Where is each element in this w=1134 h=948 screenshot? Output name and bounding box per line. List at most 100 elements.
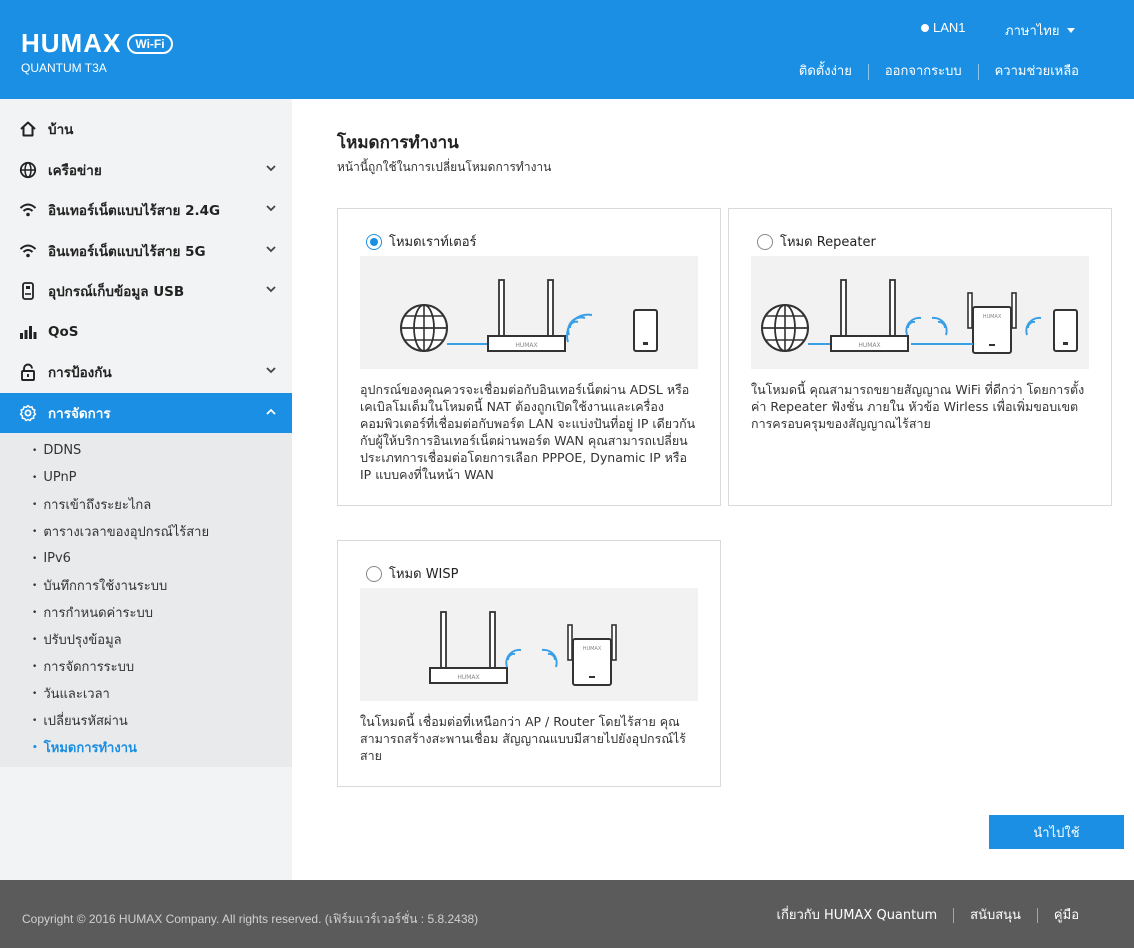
sidebar-item-management[interactable]: การจัดการ xyxy=(0,392,292,433)
nav-logout[interactable]: ออกจากระบบ xyxy=(867,64,978,80)
sidebar-item-label: การจัดการ xyxy=(48,405,111,422)
wifi-badge: Wi-Fi xyxy=(127,33,173,54)
sidebar-item-label: อุปกรณ์เก็บข้อมูล USB xyxy=(48,284,185,301)
svg-text:HUMAX: HUMAX xyxy=(983,314,1002,320)
page-title: โหมดการทำงาน xyxy=(337,133,459,153)
wifi-icon xyxy=(18,200,38,220)
sidebar-item-network[interactable]: เครือข่าย xyxy=(0,150,292,191)
globe-icon xyxy=(400,304,448,352)
router-mode-radio[interactable]: โหมดเราท์เตอร์ xyxy=(366,231,477,252)
svg-text:HUMAX: HUMAX xyxy=(583,646,602,652)
sidebar: บ้าน เครือข่าย อินเทอร์เน็ตแบบไร้สาย 2.4… xyxy=(0,99,292,880)
wifi-waves-icon xyxy=(566,313,593,343)
radio-unchecked-icon xyxy=(366,565,382,582)
wifi-icon xyxy=(18,241,38,261)
model-name: QUANTUM T3A xyxy=(21,61,107,75)
status-dot-icon xyxy=(921,23,929,32)
wifi-waves-icon xyxy=(505,648,522,668)
radio-checked-icon xyxy=(366,233,382,250)
sidebar-item-wifi-5g[interactable]: อินเทอร์เน็ตแบบไร้สาย 5G xyxy=(0,231,292,272)
svg-text:HUMAX: HUMAX xyxy=(858,342,880,349)
repeater-icon: HUMAX xyxy=(567,624,617,686)
brand-name: HUMAX xyxy=(21,28,122,58)
mode-description: อุปกรณ์ของคุณควรจะเชื่อมต่อกับอินเทอร์เน… xyxy=(360,382,696,482)
submenu-item-ipv6[interactable]: IPv6 xyxy=(0,545,292,572)
sidebar-item-wifi-24[interactable]: อินเทอร์เน็ตแบบไร้สาย 2.4G xyxy=(0,190,292,231)
submenu-management: DDNS UPnP การเข้าถึงระยะไกล ตารางเวลาของ… xyxy=(0,433,292,767)
nav-easy-setup[interactable]: ติดตั้งง่าย xyxy=(783,64,868,80)
mode-card-wisp: โหมด WISP HUMAX HUMAX ในโหมดนี้ เชื่อมต่… xyxy=(337,540,721,787)
lan-status-label: LAN1 xyxy=(933,20,966,35)
sidebar-item-label: อินเทอร์เน็ตแบบไร้สาย 2.4G xyxy=(48,203,221,220)
submenu-item-date-time[interactable]: วันและเวลา xyxy=(0,680,292,707)
submenu-item-change-password[interactable]: เปลี่ยนรหัสผ่าน xyxy=(0,707,292,734)
submenu-item-wireless-schedule[interactable]: ตารางเวลาของอุปกรณ์ไร้สาย xyxy=(0,518,292,545)
footer-link-support[interactable]: สนับสนุน xyxy=(953,908,1037,923)
chevron-down-icon xyxy=(266,245,276,252)
wisp-mode-radio[interactable]: โหมด WISP xyxy=(366,563,458,584)
router-icon: HUMAX xyxy=(429,611,508,684)
chevron-down-icon xyxy=(266,286,276,293)
svg-text:HUMAX: HUMAX xyxy=(515,342,537,349)
wisp-mode-illustration: HUMAX HUMAX xyxy=(360,588,698,701)
sidebar-item-label: เครือข่าย xyxy=(48,162,102,179)
header: HUMAX Wi-Fi QUANTUM T3A LAN1 ภาษาไทย ติด… xyxy=(0,0,1134,99)
radio-unchecked-icon xyxy=(757,233,773,250)
submenu-item-ddns[interactable]: DDNS xyxy=(0,437,292,464)
router-icon: HUMAX xyxy=(830,279,909,352)
submenu-item-system-management[interactable]: การจัดการระบบ xyxy=(0,653,292,680)
wifi-waves-icon xyxy=(931,316,948,336)
chevron-down-icon xyxy=(266,367,276,374)
mode-card-router: โหมดเราท์เตอร์ HUMAX อุปกรณ์ของคุณควรจะเ… xyxy=(337,208,721,506)
nav-help[interactable]: ความช่วยเหลือ xyxy=(977,64,1079,80)
sidebar-item-security[interactable]: การป้องกัน xyxy=(0,352,292,393)
mode-description: ในโหมดนี้ เชื่อมต่อที่เหนือกว่า AP / Rou… xyxy=(360,714,686,763)
submenu-item-remote-access[interactable]: การเข้าถึงระยะไกล xyxy=(0,491,292,518)
wifi-waves-icon xyxy=(541,648,558,668)
mode-card-repeater: โหมด Repeater HUMAX HUMAX ในโหมดนี้ คุณส… xyxy=(728,208,1112,506)
sidebar-item-qos[interactable]: QoS xyxy=(0,312,292,353)
sidebar-item-usb[interactable]: อุปกรณ์เก็บข้อมูล USB xyxy=(0,271,292,312)
apply-button[interactable]: นำไปใช้ xyxy=(989,815,1124,849)
mode-description: ในโหมดนี้ คุณสามารถขยายสัญญาณ WiFi ที่ดี… xyxy=(751,382,1085,431)
sidebar-item-label: การป้องกัน xyxy=(48,365,112,382)
sidebar-item-home[interactable]: บ้าน xyxy=(0,109,292,150)
device-icon xyxy=(1053,309,1078,352)
repeater-mode-illustration: HUMAX HUMAX xyxy=(751,256,1089,369)
submenu-item-system-config[interactable]: การกำหนดค่าระบบ xyxy=(0,599,292,626)
submenu-item-upnp[interactable]: UPnP xyxy=(0,464,292,491)
repeater-icon: HUMAX xyxy=(967,292,1017,354)
mode-label: โหมด Repeater xyxy=(780,235,876,250)
caret-down-icon xyxy=(1067,28,1076,33)
submenu-item-system-log[interactable]: บันทึกการใช้งานระบบ xyxy=(0,572,292,599)
footer-link-about[interactable]: เกี่ยวกับ HUMAX Quantum xyxy=(761,908,954,923)
submenu-item-operation-mode[interactable]: โหมดการทำงาน xyxy=(0,734,292,761)
language-label: ภาษาไทย xyxy=(1005,24,1060,39)
mode-label: โหมด WISP xyxy=(389,567,459,582)
top-nav: ติดตั้งง่าย ออกจากระบบ ความช่วยเหลือ xyxy=(783,64,1079,80)
logo[interactable]: HUMAX Wi-Fi xyxy=(21,28,173,59)
home-icon xyxy=(18,119,38,139)
globe-icon xyxy=(761,304,809,352)
language-select[interactable]: ภาษาไทย xyxy=(1005,20,1076,41)
sidebar-item-label: อินเทอร์เน็ตแบบไร้สาย 5G xyxy=(48,243,206,260)
copyright-text: Copyright © 2016 HUMAX Company. All righ… xyxy=(22,912,479,926)
sidebar-item-label: บ้าน xyxy=(48,122,74,139)
usb-icon xyxy=(18,281,38,301)
wifi-waves-icon xyxy=(1025,316,1042,336)
footer-link-manual[interactable]: คู่มือ xyxy=(1036,908,1079,923)
footer-nav: เกี่ยวกับ HUMAX Quantum สนับสนุน คู่มือ xyxy=(761,908,1079,923)
mode-label: โหมดเราท์เตอร์ xyxy=(389,235,477,250)
device-icon xyxy=(633,309,658,352)
svg-text:HUMAX: HUMAX xyxy=(457,674,479,681)
submenu-item-update[interactable]: ปรับปรุงข้อมูล xyxy=(0,626,292,653)
router-mode-illustration: HUMAX xyxy=(360,256,698,369)
gear-icon xyxy=(18,403,38,423)
chevron-down-icon xyxy=(266,164,276,171)
bars-icon xyxy=(18,322,38,342)
wifi-waves-icon xyxy=(905,316,922,336)
repeater-mode-radio[interactable]: โหมด Repeater xyxy=(757,231,876,252)
router-icon: HUMAX xyxy=(487,279,566,352)
chevron-up-icon xyxy=(266,408,276,415)
footer: Copyright © 2016 HUMAX Company. All righ… xyxy=(0,880,1134,948)
